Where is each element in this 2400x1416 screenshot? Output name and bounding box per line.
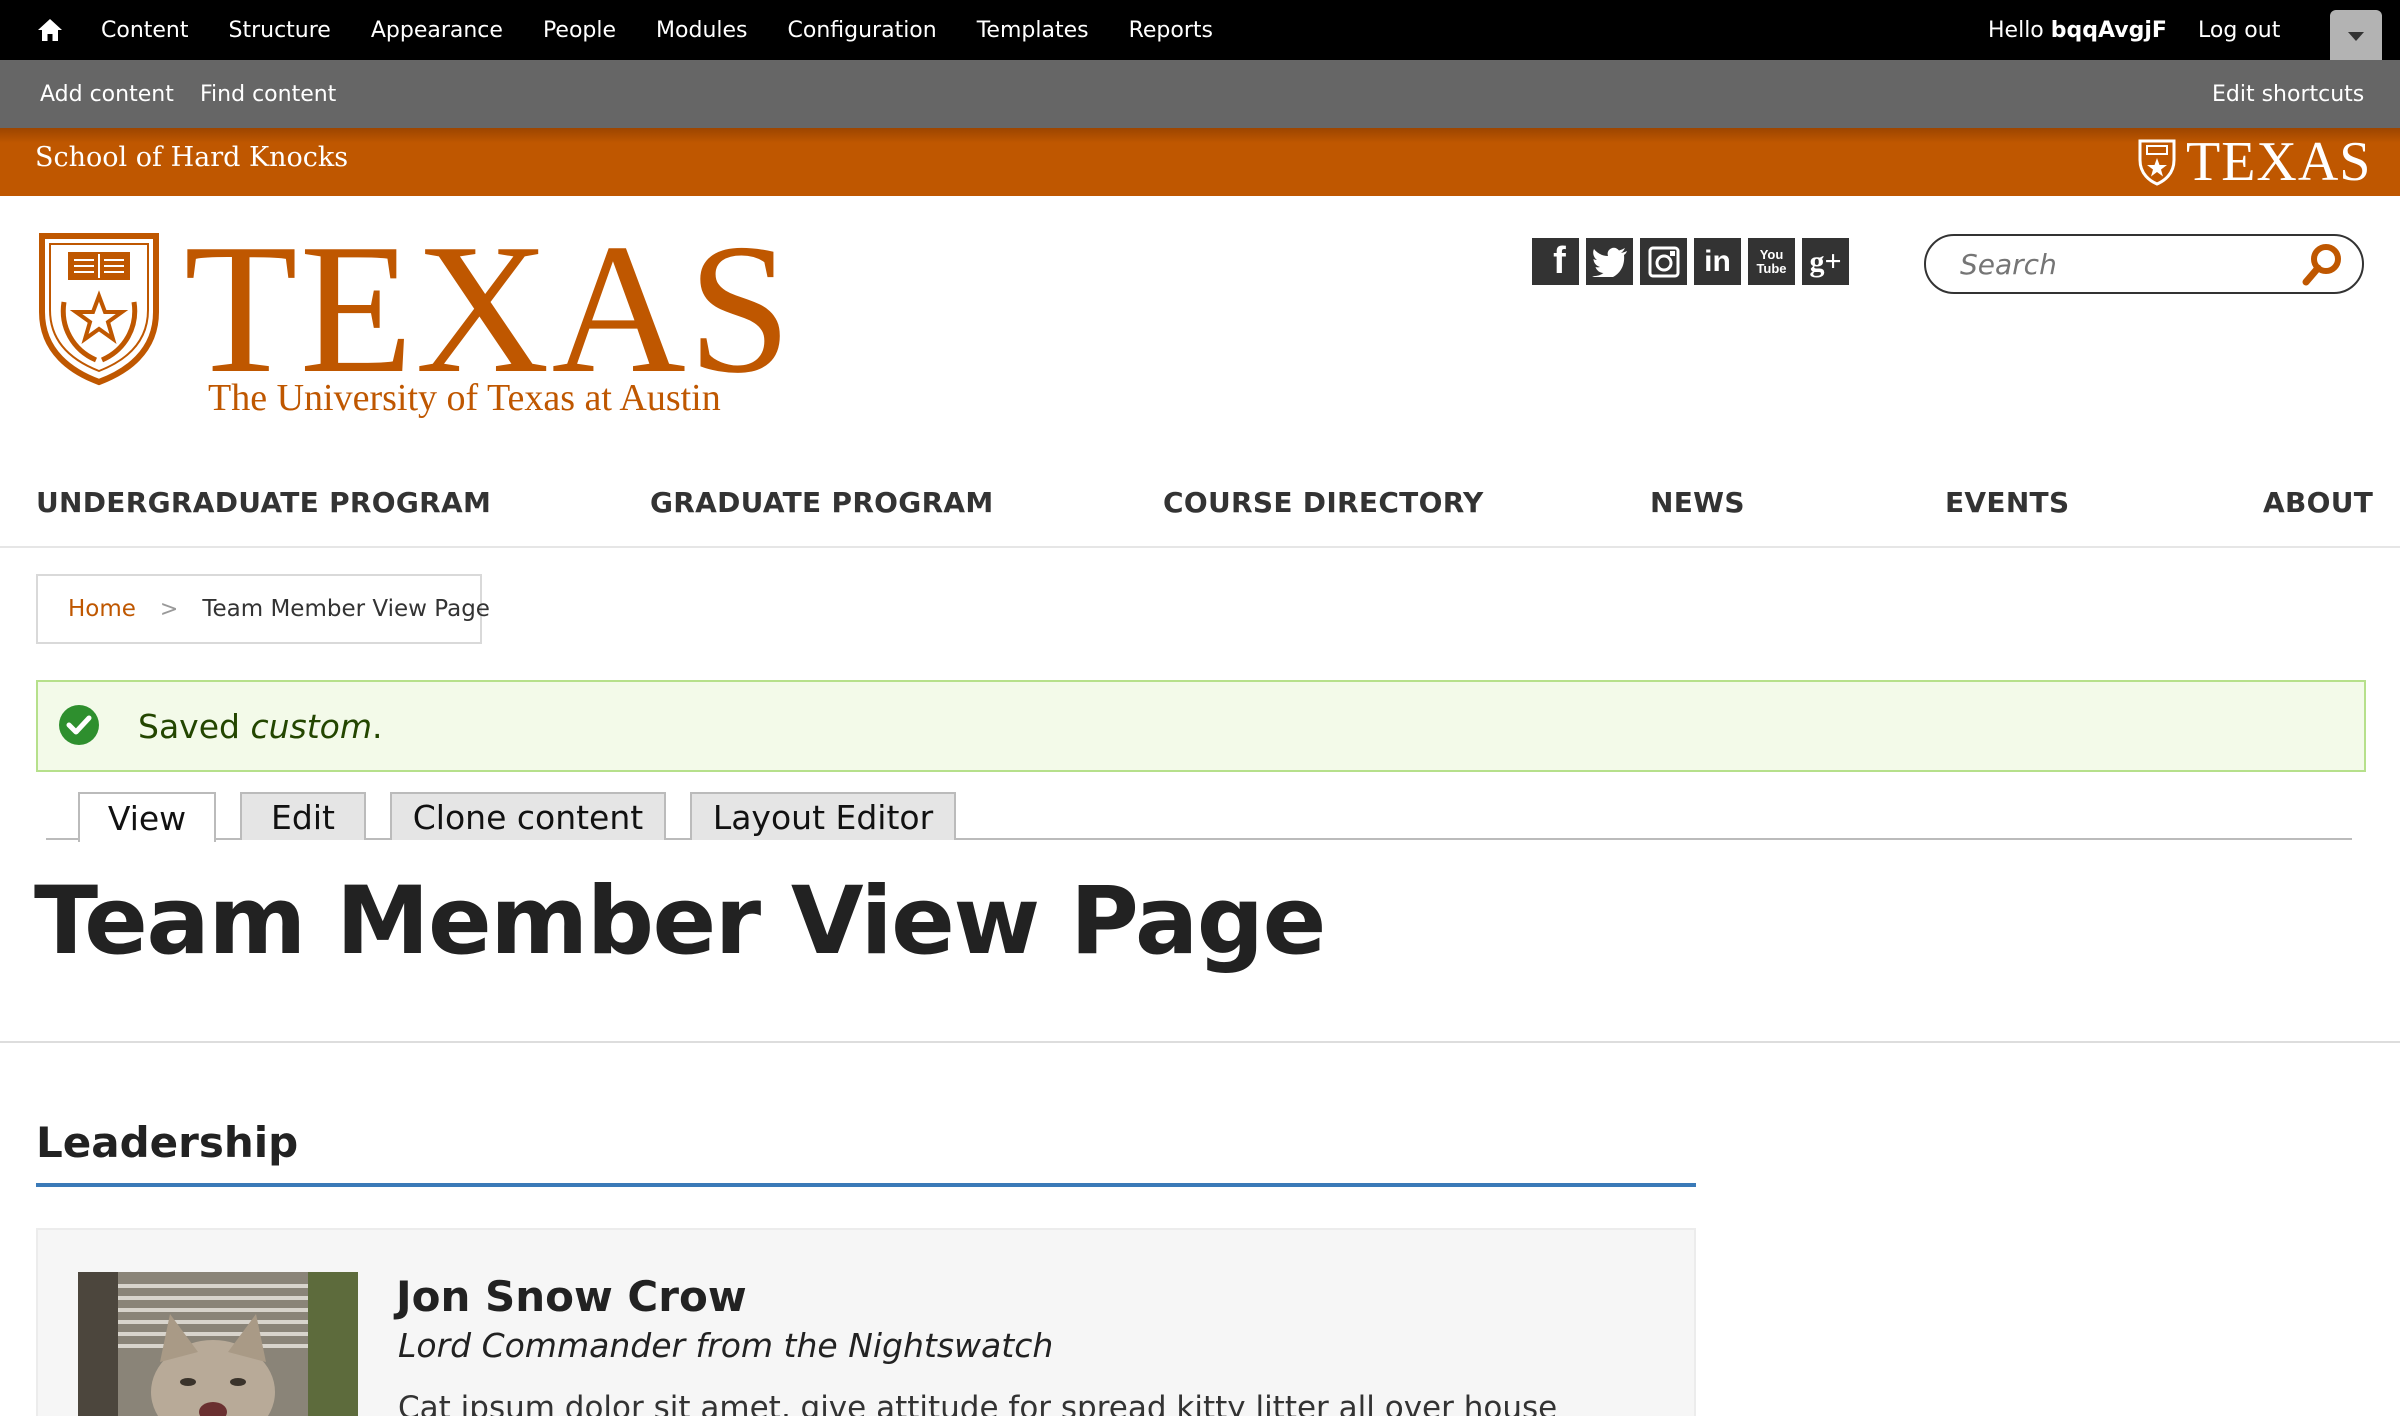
tab-clone-content[interactable]: Clone content: [390, 792, 666, 840]
breadcrumb: Home > Team Member View Page: [36, 574, 490, 644]
tab-layout-editor[interactable]: Layout Editor: [690, 792, 956, 840]
status-prefix: Saved: [138, 707, 251, 746]
admin-menu-configuration[interactable]: Configuration: [788, 18, 937, 43]
shortcut-bar: Add content Find content Edit shortcuts: [0, 60, 2400, 128]
youtube-glyph-tube: Tube: [1756, 260, 1787, 276]
instagram-icon[interactable]: [1640, 238, 1687, 285]
main-navigation: UNDERGRADUATE PROGRAM GRADUATE PROGRAM C…: [0, 472, 2400, 548]
nav-course-directory[interactable]: COURSE DIRECTORY: [1163, 486, 1484, 519]
admin-menu-appearance[interactable]: Appearance: [371, 18, 503, 43]
status-suffix: .: [371, 707, 383, 746]
youtube-icon[interactable]: You Tube: [1748, 238, 1795, 285]
check-circle-icon: [59, 705, 99, 745]
title-divider: [0, 1041, 2400, 1043]
admin-menu: Content Structure Appearance People Modu…: [101, 0, 1253, 60]
admin-menu-reports[interactable]: Reports: [1129, 18, 1213, 43]
ut-brand-link[interactable]: TEXAS: [2138, 131, 2372, 193]
greeting-text: Hello: [1988, 17, 2051, 43]
status-message: Saved custom.: [36, 680, 2366, 772]
ut-brand-text: TEXAS: [2186, 131, 2372, 193]
page-title: Team Member View Page: [34, 867, 1326, 976]
breadcrumb-home-link[interactable]: Home: [68, 596, 136, 622]
team-member-photo[interactable]: [78, 1272, 358, 1416]
local-tasks-tabs: View Edit Clone content Layout Editor: [46, 792, 2352, 842]
admin-menu-modules[interactable]: Modules: [656, 18, 747, 43]
logo-subtitle: The University of Texas at Austin: [208, 377, 721, 419]
home-icon[interactable]: [36, 16, 64, 44]
logout-link[interactable]: Log out: [2198, 0, 2280, 60]
breadcrumb-current: Team Member View Page: [202, 596, 490, 622]
team-member-bio: Cat ipsum dolor sit amet, give attitude …: [398, 1390, 1558, 1416]
status-text: Saved custom.: [138, 707, 382, 746]
team-member-role: Lord Commander from the Nightswatch: [398, 1326, 1054, 1365]
site-logo[interactable]: TEXAS The University of Texas at Austin: [38, 216, 791, 424]
linkedin-icon[interactable]: in: [1694, 238, 1741, 285]
tab-view[interactable]: View: [78, 792, 216, 842]
twitter-icon[interactable]: [1586, 238, 1633, 285]
social-links: f in You Tube g+: [1532, 238, 1849, 285]
admin-toolbar: Content Structure Appearance People Modu…: [0, 0, 2400, 60]
nav-news[interactable]: NEWS: [1650, 486, 1745, 519]
nav-events[interactable]: EVENTS: [1945, 486, 2069, 519]
admin-menu-people[interactable]: People: [543, 18, 616, 43]
logo-wordmark: TEXAS: [184, 206, 794, 412]
unit-name-link[interactable]: School of Hard Knocks: [35, 142, 348, 173]
team-member-name[interactable]: Jon Snow Crow: [396, 1272, 747, 1321]
ut-seal-icon: [39, 233, 159, 386]
nav-graduate-program[interactable]: GRADUATE PROGRAM: [650, 486, 994, 519]
youtube-glyph-you: You: [1759, 246, 1784, 262]
section-heading: Leadership: [36, 1118, 299, 1167]
add-content-link[interactable]: Add content: [40, 60, 174, 128]
team-member-card: Jon Snow Crow Lord Commander from the Ni…: [36, 1228, 1696, 1416]
admin-menu-structure[interactable]: Structure: [229, 18, 331, 43]
shortcut-toggle-button[interactable]: [2330, 10, 2382, 60]
cat-photo-image: [78, 1272, 358, 1416]
status-item: custom: [250, 707, 372, 746]
nav-about[interactable]: ABOUT: [2263, 486, 2373, 519]
google-plus-icon[interactable]: g+: [1802, 238, 1849, 285]
user-greeting: Hello bqqAvgjF: [1988, 0, 2167, 60]
parent-banner: School of Hard Knocks TEXAS: [0, 128, 2400, 196]
search-icon[interactable]: [2300, 242, 2344, 288]
nav-undergraduate-program[interactable]: UNDERGRADUATE PROGRAM: [36, 486, 491, 519]
ut-shield-icon: [2138, 139, 2176, 186]
edit-shortcuts-link[interactable]: Edit shortcuts: [2212, 60, 2364, 128]
breadcrumb-separator: >: [159, 596, 179, 622]
admin-menu-templates[interactable]: Templates: [977, 18, 1089, 43]
tab-edit[interactable]: Edit: [240, 792, 366, 840]
section-divider: [36, 1183, 1696, 1187]
facebook-icon[interactable]: f: [1532, 238, 1579, 285]
search-box: [1924, 234, 2364, 294]
admin-menu-content[interactable]: Content: [101, 18, 189, 43]
username-link[interactable]: bqqAvgjF: [2051, 18, 2167, 43]
find-content-link[interactable]: Find content: [200, 60, 336, 128]
search-input[interactable]: [1960, 244, 2300, 284]
